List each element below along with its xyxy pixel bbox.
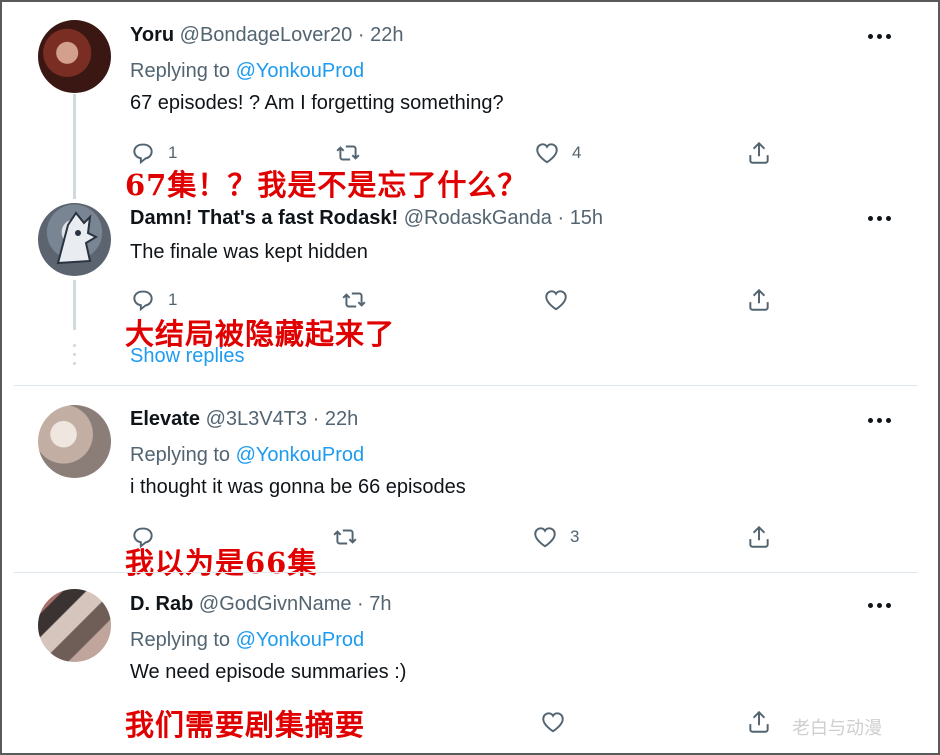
translation-annotation: 67集！？我是不是忘了什么？ xyxy=(125,168,528,202)
like-icon xyxy=(534,527,556,548)
like-button[interactable]: 3 xyxy=(532,522,579,552)
mention-link[interactable]: @YonkouProd xyxy=(236,60,365,82)
share-icon xyxy=(749,710,769,733)
like-icon xyxy=(536,143,558,164)
watermark: 老白与动漫 xyxy=(792,718,882,739)
tweet-text: We need episode summaries :) xyxy=(130,661,407,683)
separator: · xyxy=(357,24,365,46)
show-replies-link[interactable]: Show replies xyxy=(130,345,245,368)
share-icon xyxy=(749,525,769,548)
avatar-character-icon xyxy=(56,211,99,265)
like-icon xyxy=(542,712,564,733)
like-button[interactable] xyxy=(543,285,569,315)
replying-to-label: Replying to xyxy=(130,60,231,82)
replying-to-label: Replying to xyxy=(130,444,231,466)
share-icon xyxy=(749,141,769,164)
reply-count: 1 xyxy=(168,290,178,309)
tweet-text: The finale was kept hidden xyxy=(130,241,368,263)
mention-link[interactable]: @YonkouProd xyxy=(236,444,365,466)
tweet[interactable]: Elevate @3L3V4T3 · 22h Replying to @Yonk… xyxy=(2,386,918,580)
retweet-icon xyxy=(342,292,366,308)
more-icon[interactable] xyxy=(868,600,892,610)
author-handle[interactable]: @3L3V4T3 xyxy=(206,408,307,430)
share-button[interactable] xyxy=(746,285,772,315)
timestamp[interactable]: 7h xyxy=(369,593,391,615)
avatar[interactable] xyxy=(38,589,111,662)
tweet[interactable]: D. Rab @GodGivnName · 7h Replying to @Yo… xyxy=(2,573,918,755)
share-button[interactable] xyxy=(746,138,772,168)
author-name[interactable]: Yoru xyxy=(130,24,174,46)
like-count: 4 xyxy=(572,143,582,162)
author-handle[interactable]: @BondageLover20 xyxy=(180,24,353,46)
like-button[interactable] xyxy=(540,707,566,737)
tweet-header: D. Rab @GodGivnName · 7h xyxy=(130,593,392,616)
timestamp[interactable]: 22h xyxy=(325,408,358,430)
retweet-icon xyxy=(333,529,357,545)
share-button[interactable] xyxy=(746,522,772,552)
mention-link[interactable]: @YonkouProd xyxy=(236,629,365,651)
replying-to-label: Replying to xyxy=(130,629,231,651)
tweet-header: Elevate @3L3V4T3 · 22h xyxy=(130,408,358,431)
avatar[interactable] xyxy=(38,405,111,478)
like-button[interactable]: 4 xyxy=(534,138,581,168)
more-icon[interactable] xyxy=(868,213,892,223)
author-handle[interactable]: @GodGivnName xyxy=(199,593,352,615)
author-name[interactable]: D. Rab xyxy=(130,593,193,615)
author-name[interactable]: Damn! That's a fast Rodask! xyxy=(130,207,398,229)
timestamp[interactable]: 22h xyxy=(370,24,403,46)
tweet-text: i thought it was gonna be 66 episodes xyxy=(130,476,466,498)
translation-annotation: 我们需要剧集摘要 xyxy=(125,708,366,742)
more-icon[interactable] xyxy=(868,415,892,425)
tweet-header: Yoru @BondageLover20 · 22h xyxy=(130,24,403,47)
replying-to: Replying to @YonkouProd xyxy=(130,629,364,652)
share-button[interactable] xyxy=(746,707,772,737)
separator: · xyxy=(312,408,320,430)
more-icon[interactable] xyxy=(868,31,892,41)
share-icon xyxy=(749,288,769,311)
separator: · xyxy=(357,593,364,615)
like-icon xyxy=(545,290,567,311)
author-handle[interactable]: @RodaskGanda xyxy=(404,207,552,229)
avatar[interactable] xyxy=(38,203,111,276)
reply-count: 1 xyxy=(168,143,178,162)
author-name[interactable]: Elevate xyxy=(130,408,200,430)
retweet-button[interactable] xyxy=(332,522,358,552)
replying-to: Replying to @YonkouProd xyxy=(130,444,364,467)
reply-icon xyxy=(133,290,153,312)
timestamp[interactable]: 15h xyxy=(570,207,603,229)
like-count: 3 xyxy=(570,527,580,546)
tweet[interactable]: Yoru @BondageLover20 · 22h Replying to @… xyxy=(2,2,918,202)
reply-thread: Yoru @BondageLover20 · 22h Replying to @… xyxy=(0,0,940,755)
avatar[interactable] xyxy=(38,20,111,93)
tweet-header: Damn! That's a fast Rodask! @RodaskGanda… xyxy=(130,207,603,230)
replying-to: Replying to @YonkouProd xyxy=(130,60,364,83)
separator: · xyxy=(557,207,565,229)
tweet-text: 67 episodes! ? Am I forgetting something… xyxy=(130,92,504,114)
